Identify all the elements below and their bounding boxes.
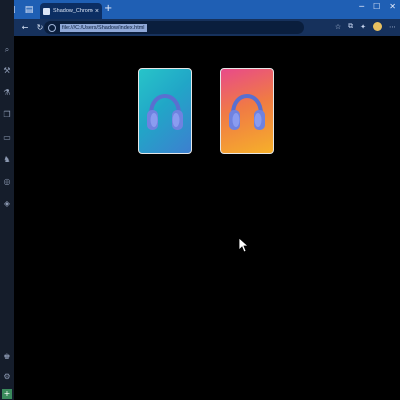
tab-title: Shadow_Chrome [53,8,93,14]
add-icon[interactable]: + [2,389,12,399]
favorite-star-icon[interactable]: ☆ [335,23,341,31]
collections-icon[interactable]: ❐ [2,110,12,120]
file-info-icon[interactable] [48,23,56,32]
browser-window: ◧ ▤ Shadow_Chrome × + ─ ☐ ✕ ← ↻ file:///… [0,0,400,400]
page-content [14,36,400,400]
mouse-cursor-icon [238,237,248,253]
tools-icon[interactable]: ⚒ [2,66,12,76]
headphones-icon [147,94,183,130]
window-controls: ─ ☐ ✕ [359,2,396,11]
headphones-icon [229,94,265,130]
back-button[interactable]: ← [20,23,30,32]
page-favicon-icon [43,7,50,15]
search-icon[interactable]: ⌕ [2,45,12,55]
profile-avatar[interactable] [373,22,382,31]
edge-icon[interactable]: ◎ [2,177,12,187]
flask-icon[interactable]: ⚗ [2,88,12,98]
edge-sidebar: ⌕ ⚒ ⚗ ❐ ▭ ♞ ◎ ◈ ♚ ⚙ + [0,0,14,400]
settings-menu-icon[interactable]: ⋯ [389,23,396,31]
settings-icon[interactable]: ⚙ [2,372,12,382]
toolbar-actions: ☆ ⧉ ✦ ⋯ [335,22,396,31]
split-screen-icon[interactable]: ⧉ [348,22,353,31]
url-text[interactable]: file:///C:/Users/Shadow/index.html [60,23,147,32]
tab-list-icon[interactable]: ▤ [22,3,36,17]
favorites-icon[interactable]: ✦ [360,23,366,31]
minimize-icon[interactable]: ─ [359,2,364,11]
shopping-icon[interactable]: ♚ [2,352,12,362]
chat-icon[interactable]: ▭ [2,133,12,143]
maximize-icon[interactable]: ☐ [373,2,380,11]
browser-tab[interactable]: Shadow_Chrome × [40,3,102,19]
new-tab-button[interactable]: + [104,3,112,15]
title-bar: ◧ ▤ Shadow_Chrome × + ─ ☐ ✕ [0,0,400,19]
close-window-icon[interactable]: ✕ [389,2,396,11]
office-icon[interactable]: ◈ [2,199,12,209]
close-tab-icon[interactable]: × [95,8,99,15]
headphones-card-teal[interactable] [138,68,192,154]
address-toolbar: ← ↻ file:///C:/Users/Shadow/index.html ☆… [0,19,400,36]
games-icon[interactable]: ♞ [2,155,12,165]
address-bar[interactable]: file:///C:/Users/Shadow/index.html [44,21,304,34]
headphones-card-sunset[interactable] [220,68,274,154]
